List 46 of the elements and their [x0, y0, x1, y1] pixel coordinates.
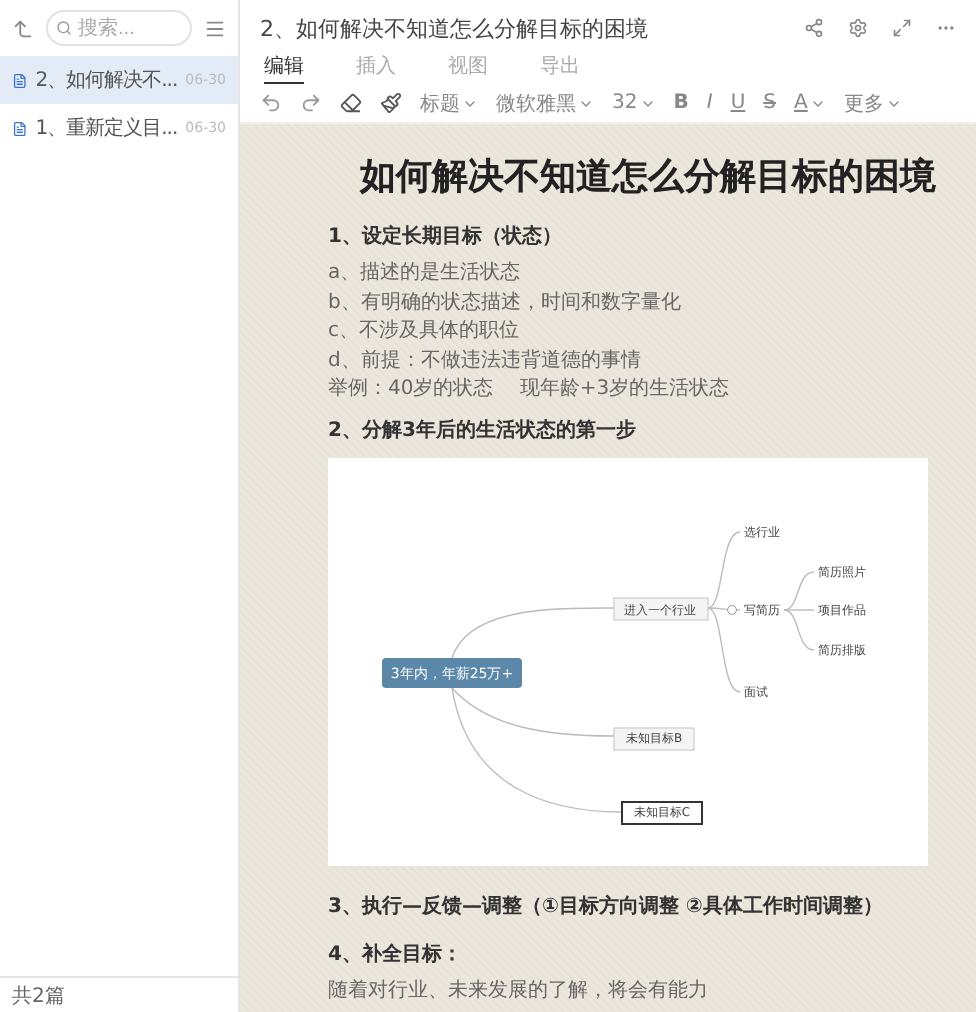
body-text: a、描述的是生活状态 — [328, 260, 523, 288]
body-text: c、不涉及具体的职位 — [328, 318, 521, 346]
body-text: b、有明确的状态描述，时间和数字量化 — [328, 289, 683, 317]
body-text: d、前提：不做违法违背道德的事情 — [328, 347, 643, 375]
dropdown[interactable]: 微软雅黑 — [496, 89, 594, 117]
format-button[interactable]: U — [730, 92, 746, 114]
node — [613, 726, 695, 750]
dropdown[interactable]: 更多 — [843, 89, 902, 117]
format-button[interactable]: I — [706, 92, 713, 114]
redo-icon[interactable] — [300, 92, 322, 114]
page-heading: 如何解决不知道怎么分解目标的困境 — [357, 154, 938, 200]
share-icon[interactable] — [804, 18, 824, 38]
dropdown[interactable]: 32 — [612, 92, 656, 114]
tab[interactable]: 插入 — [356, 56, 396, 84]
document-title: 2、如何解决不知道怎么分解目标的困境 — [260, 13, 650, 43]
section-heading: 3、执行—反馈—调整（①目标方向调整 ②具体工作时间调整） — [328, 893, 885, 921]
note-title: 2、如何解决不... — [35, 67, 178, 94]
back-icon[interactable] — [12, 17, 34, 39]
body-text: 随着对行业、未来发展的了解，将会有能力 — [328, 977, 710, 1005]
menu-icon[interactable] — [204, 17, 226, 39]
search-icon — [56, 20, 72, 36]
brush-icon[interactable] — [380, 92, 402, 114]
section-heading: 2、分解3年后的生活状态的第一步 — [328, 417, 638, 445]
note-count: 共2篇 — [12, 983, 65, 1009]
collapse-icon — [727, 604, 737, 614]
format-button[interactable]: S — [763, 92, 776, 114]
body-text: 举例：40岁的状态 现年龄+3岁的生活状态 — [328, 376, 732, 404]
note-icon — [12, 119, 28, 137]
section-heading: 1、设定长期目标（状态） — [328, 224, 564, 252]
fullscreen-icon[interactable] — [892, 18, 912, 38]
root-node — [382, 657, 522, 687]
eraser-icon[interactable] — [340, 92, 362, 114]
undo-icon[interactable] — [260, 92, 282, 114]
dropdown[interactable]: 标题 — [420, 89, 478, 117]
font-color-dropdown[interactable]: A — [794, 92, 826, 114]
search-field[interactable]: 搜索... — [46, 10, 192, 46]
tab[interactable]: 导出 — [540, 56, 580, 84]
tab[interactable]: 编辑 — [264, 56, 304, 84]
node — [621, 800, 703, 824]
tab[interactable]: 视图 — [448, 56, 488, 84]
format-button[interactable]: B — [673, 92, 689, 114]
settings-icon[interactable] — [848, 18, 868, 38]
branch-node — [613, 596, 709, 620]
section-heading: 4、补全目标： — [328, 941, 464, 969]
note-icon — [12, 71, 28, 89]
note-title: 1、重新定义目... — [35, 115, 178, 142]
